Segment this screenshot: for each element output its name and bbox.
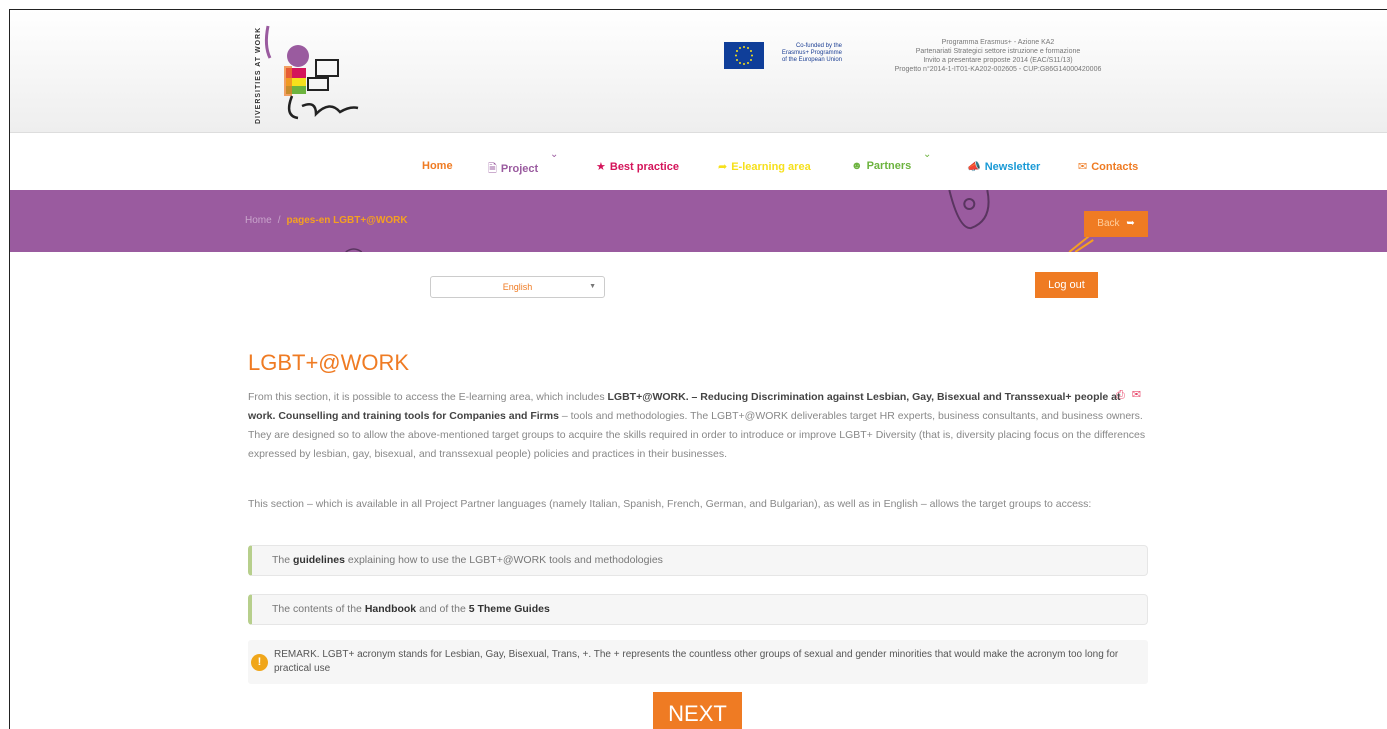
- dropdown-arrow-icon: ▼: [589, 283, 596, 290]
- back-button[interactable]: Back ➥: [1084, 211, 1148, 237]
- remark-text: REMARK. LGBT+ acronym stands for Lesbian…: [274, 649, 1119, 674]
- item-text: The contents of the: [272, 603, 365, 615]
- guidelines-item: The guidelines explaining how to use the…: [248, 545, 1148, 576]
- section-paragraph: This section – which is available in all…: [248, 498, 1092, 510]
- program-line: Partenariati Strategici settore istruzio…: [915, 48, 1081, 55]
- page-frame: DIVERSITIES AT WORK Co-funded by the Era…: [9, 9, 1387, 729]
- site-header: DIVERSITIES AT WORK Co-funded by the Era…: [10, 10, 1387, 133]
- program-line: Programma Erasmus+ - Azione KA2: [941, 39, 1055, 46]
- breadcrumb: Home / pages-en LGBT+@WORK: [245, 215, 408, 226]
- back-label: Back: [1097, 218, 1120, 229]
- eu-text-line: of the European Union: [781, 57, 842, 63]
- nav-item-e-learning[interactable]: ➦ E-learning area: [718, 160, 811, 173]
- chevron-down-icon[interactable]: ⌄: [923, 149, 931, 160]
- breadcrumb-home-link[interactable]: Home: [245, 215, 272, 226]
- nav-item-project[interactable]: 🗎 Project ⌄: [488, 149, 558, 179]
- logout-label: Log out: [1048, 279, 1085, 291]
- logout-button[interactable]: Log out: [1035, 272, 1098, 298]
- breadcrumb-bar: Home / pages-en LGBT+@WORK Back ➥: [10, 190, 1387, 252]
- item-bold-text: 5 Theme Guides: [468, 603, 550, 615]
- breadcrumb-current: pages-en LGBT+@WORK: [286, 215, 408, 226]
- main-nav: Home 🗎 Project ⌄ ★ Best practice ➦ E-learni…: [10, 133, 1387, 189]
- nav-label: Project: [500, 163, 539, 175]
- share-arrow-icon: ➦: [718, 161, 728, 173]
- warning-icon: !: [251, 654, 268, 671]
- nav-label: Partners: [866, 160, 912, 172]
- eu-cofunded-text: Co-funded by the Erasmus+ Programme of t…: [762, 43, 842, 64]
- remark-box: ! REMARK. LGBT+ acronym stands for Lesbi…: [248, 640, 1148, 684]
- nav-label: Home: [422, 160, 453, 172]
- eu-flag: [724, 42, 764, 69]
- chevron-down-icon[interactable]: ⌄: [550, 149, 558, 160]
- breadcrumb-separator: /: [277, 215, 281, 226]
- nav-item-home[interactable]: Home: [422, 160, 453, 172]
- item-text: and of the: [416, 603, 469, 615]
- group-icon: ☻: [851, 160, 863, 172]
- nav-label: Best practice: [609, 161, 679, 173]
- program-info: Programma Erasmus+ - Azione KA2 Partenar…: [858, 38, 1138, 74]
- nav-item-partners[interactable]: ☻ Partners ⌄: [851, 149, 931, 172]
- svg-text:DIVERSITIES AT WORK: DIVERSITIES AT WORK: [255, 27, 262, 124]
- next-label: NEXT: [668, 701, 727, 726]
- item-bold-text: guidelines: [293, 554, 345, 566]
- item-text: The: [272, 554, 294, 566]
- eu-stars-icon: [735, 46, 753, 65]
- language-value: English: [502, 282, 533, 292]
- intro-paragraph: From this section, it is possible to acc…: [248, 388, 1148, 464]
- eu-text-line: Erasmus+ Programme: [781, 50, 842, 56]
- page-title: LGBT+@WORK: [248, 350, 410, 375]
- envelope-icon: ✉: [1078, 161, 1088, 173]
- item-bold-text: Handbook: [364, 603, 417, 615]
- nav-label: Newsletter: [984, 161, 1041, 173]
- next-button[interactable]: NEXT: [653, 692, 742, 729]
- program-line: Progetto n°2014-1-IT01-KA202-002605 - CU…: [894, 66, 1102, 73]
- nav-item-newsletter[interactable]: 📣 Newsletter: [967, 160, 1040, 173]
- megaphone-icon: 📣: [967, 161, 981, 173]
- diversities-at-work-logo[interactable]: DIVERSITIES AT WORK: [246, 16, 366, 130]
- intro-text: From this section, it is possible to acc…: [248, 391, 608, 403]
- nav-item-contacts[interactable]: ✉ Contacts: [1078, 160, 1138, 173]
- item-text: explaining how to use the LGBT+@WORK too…: [344, 554, 663, 566]
- document-icon: 🗎: [488, 163, 497, 175]
- circle-arrow-icon: ➥: [1126, 218, 1135, 229]
- decorative-shapes: [345, 190, 1094, 252]
- program-line: Invito a presentare proposte 2014 (EAC/S…: [923, 57, 1073, 64]
- handbook-item: The contents of the Handbook and of the …: [248, 594, 1148, 625]
- nav-label: E-learning area: [731, 161, 811, 173]
- star-icon: ★: [596, 161, 606, 173]
- language-select[interactable]: English ▼: [430, 276, 605, 298]
- nav-label: Contacts: [1091, 161, 1139, 173]
- nav-item-best-practice[interactable]: ★ Best practice: [596, 160, 679, 173]
- eu-text-line: Co-funded by the: [795, 43, 842, 49]
